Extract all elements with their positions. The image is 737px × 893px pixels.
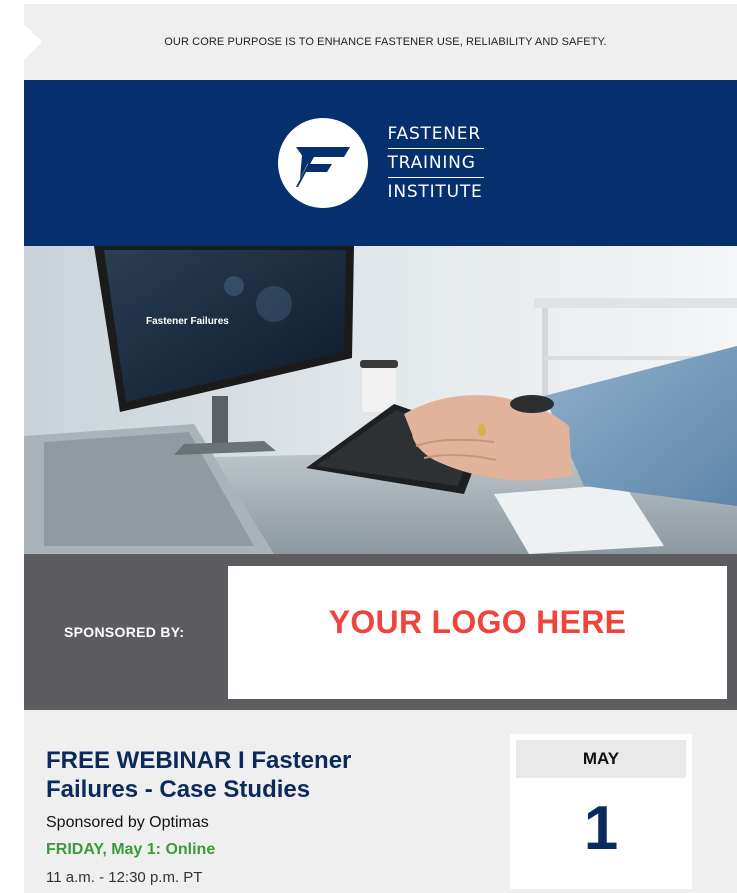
calendar-day: 1 <box>583 794 619 863</box>
webinar-date: FRIDAY, May 1: Online <box>46 841 216 858</box>
sponsor-band: SPONSORED BY: YOUR LOGO HERE <box>24 554 737 710</box>
webinar-time: 11 a.m. - 12:30 p.m. PT <box>46 869 203 886</box>
brand-header[interactable]: FASTENER TRAINING INSTITUTE <box>24 80 737 246</box>
brand-word-1: FASTENER <box>387 124 481 144</box>
calendar-badge: MAY 1 <box>510 734 692 889</box>
brand-rule <box>387 177 484 178</box>
brand-word-2: TRAINING <box>387 153 476 173</box>
webinar-section: FREE WEBINAR I Fastener Failures - Case … <box>24 710 737 893</box>
calendar-month: MAY <box>516 740 686 778</box>
sponsor-logo-box[interactable]: YOUR LOGO HERE <box>228 566 727 699</box>
sponsored-by-label: SPONSORED BY: <box>64 624 185 640</box>
brand-rule <box>387 148 484 149</box>
webinar-sponsor: Sponsored by Optimas <box>46 814 209 831</box>
hero-image: Fastener Failures <box>24 246 737 554</box>
tagline-notch <box>24 24 42 60</box>
hero-screen-text: Fastener Failures <box>146 316 229 327</box>
email-page: OUR CORE PURPOSE IS TO ENHANCE FASTENER … <box>24 4 737 893</box>
brand-wordmark: FASTENER TRAINING INSTITUTE <box>387 121 484 205</box>
webinar-title[interactable]: FREE WEBINAR I Fastener Failures - Case … <box>46 746 446 804</box>
sponsor-logo-placeholder: YOUR LOGO HERE <box>328 604 627 640</box>
tagline-text: OUR CORE PURPOSE IS TO ENHANCE FASTENER … <box>164 36 607 48</box>
brand-logo-icon <box>277 118 368 208</box>
tagline-bar: OUR CORE PURPOSE IS TO ENHANCE FASTENER … <box>24 4 737 80</box>
brand-word-3: INSTITUTE <box>387 182 483 202</box>
